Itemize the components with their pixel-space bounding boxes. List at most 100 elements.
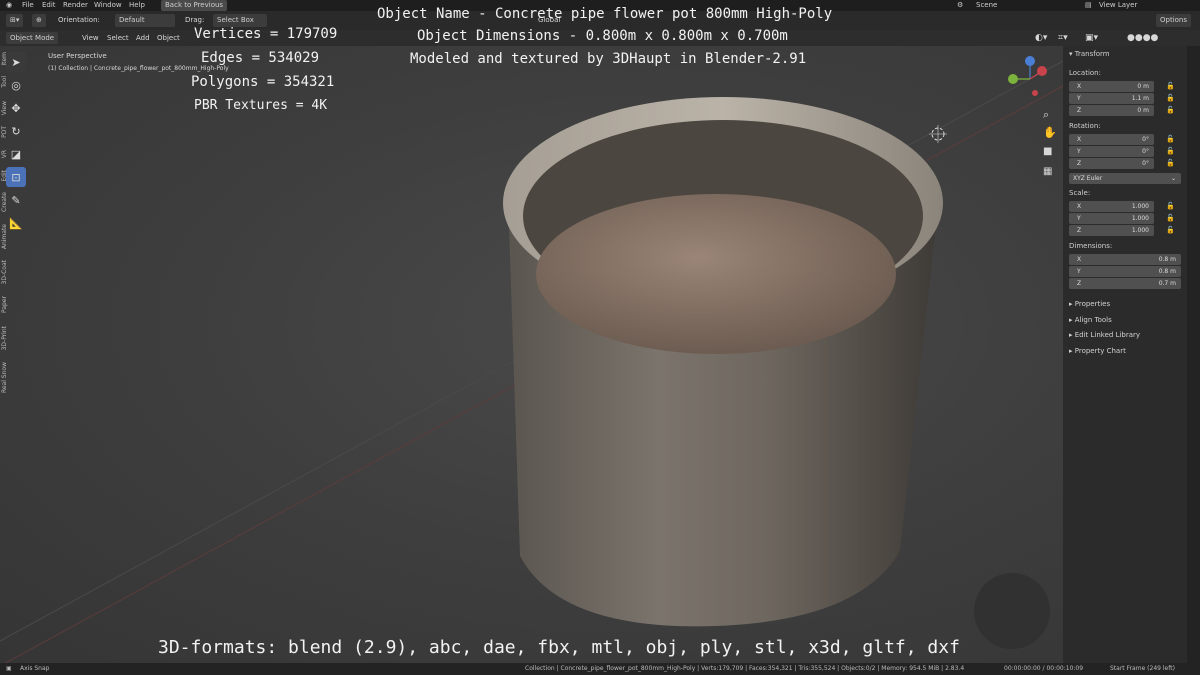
scale-x-field[interactable]: X 1.000 xyxy=(1069,201,1154,212)
scale-label: Scale: xyxy=(1069,189,1091,197)
menu-select[interactable]: Select xyxy=(107,30,129,46)
field-value: 0° xyxy=(1142,136,1149,143)
lock-icon[interactable]: 🔓 xyxy=(1166,159,1175,167)
chevron-down-icon: ⌄ xyxy=(1170,175,1176,182)
camera-view-icon[interactable]: ■ xyxy=(1043,146,1052,157)
tab-paper[interactable]: Paper xyxy=(1,296,12,313)
status-info: Collection | Concrete_pipe_flower_pot_80… xyxy=(525,665,965,672)
tab-edit[interactable]: Edit xyxy=(1,170,12,182)
navigation-gizmo-icon xyxy=(1008,56,1047,96)
axis-snap-icon: ▣ xyxy=(6,665,12,672)
navigation-circle xyxy=(974,573,1050,649)
tab-animate[interactable]: Animate xyxy=(1,224,12,249)
tab-3d-coat[interactable]: 3D-Coat xyxy=(1,260,12,285)
field-value: 0° xyxy=(1142,160,1149,167)
transform-title: Transform xyxy=(1074,50,1110,58)
properties-panel-header[interactable]: ▸ Properties xyxy=(1069,300,1110,308)
menu-help[interactable]: Help xyxy=(129,0,145,11)
axis-snap-label: Axis Snap xyxy=(20,665,50,672)
lock-icon[interactable]: 🔓 xyxy=(1166,135,1175,143)
perspective-toggle-icon[interactable]: ▦ xyxy=(1043,166,1052,177)
field-key: Z xyxy=(1077,160,1082,167)
panel-label: Property Chart xyxy=(1074,347,1126,355)
menu-object[interactable]: Object xyxy=(157,30,180,46)
overlay-toggle-icon[interactable]: ⌗▾ xyxy=(1058,30,1068,46)
scale-y-field[interactable]: Y 1.000 xyxy=(1069,213,1154,224)
panel-label: Edit Linked Library xyxy=(1074,331,1141,339)
lock-icon[interactable]: 🔓 xyxy=(1166,214,1175,222)
field-value: 0.8 m xyxy=(1158,256,1176,263)
tab-real-snow[interactable]: Real Snow xyxy=(1,362,12,393)
property-chart-panel-header[interactable]: ▸ Property Chart xyxy=(1069,347,1126,355)
scene-icon[interactable]: ⚙ xyxy=(957,0,963,11)
menu-window[interactable]: Window xyxy=(94,0,122,11)
view-layer-selector[interactable]: View Layer xyxy=(1099,0,1137,11)
author-text: Modeled and textured by 3DHaupt in Blend… xyxy=(410,51,807,67)
menu-edit[interactable]: Edit xyxy=(42,0,56,11)
menu-view[interactable]: View xyxy=(82,30,99,46)
orientation-label: Orientation: xyxy=(58,16,100,24)
lock-icon[interactable]: 🔓 xyxy=(1166,202,1175,210)
lock-icon[interactable]: 🔓 xyxy=(1166,82,1175,90)
transform-panel-header[interactable]: ▾ Transform xyxy=(1069,50,1110,58)
stat-pbr: PBR Textures = 4K xyxy=(194,98,328,113)
field-key: XYZ Euler xyxy=(1073,175,1103,182)
3d-cursor-icon xyxy=(929,125,947,143)
lock-icon[interactable]: 🔓 xyxy=(1166,94,1175,102)
field-key: X xyxy=(1077,83,1082,90)
orientation-dropdown[interactable]: Default xyxy=(115,14,175,27)
field-key: X xyxy=(1077,136,1082,143)
rotation-x-field[interactable]: X 0° xyxy=(1069,134,1154,145)
status-frame: Start Frame (249 left) xyxy=(1110,665,1175,672)
rotation-z-field[interactable]: Z 0° xyxy=(1069,158,1154,169)
rotation-mode-dropdown[interactable]: XYZ Euler ⌄ xyxy=(1069,173,1181,184)
xray-icon[interactable]: ▣▾ xyxy=(1085,30,1098,46)
3d-viewport[interactable]: User Perspective (1) Collection | Concre… xyxy=(0,46,1063,663)
scene-selector[interactable]: Scene xyxy=(976,0,997,11)
object-name-text: Object Name - Concrete pipe flower pot 8… xyxy=(377,6,833,22)
tab-tool[interactable]: Tool xyxy=(1,76,12,88)
zoom-icon[interactable]: ⌕ xyxy=(1043,108,1049,122)
dimension-y-field[interactable]: Y 0.8 m xyxy=(1069,266,1181,277)
tab-item[interactable]: Item xyxy=(1,52,12,66)
menu-file[interactable]: File xyxy=(22,0,34,11)
tab-pdt[interactable]: PDT xyxy=(1,126,12,138)
field-value: 0.8 m xyxy=(1158,268,1176,275)
rotation-y-field[interactable]: Y 0° xyxy=(1069,146,1154,157)
lock-icon[interactable]: 🔓 xyxy=(1166,226,1175,234)
dimension-x-field[interactable]: X 0.8 m xyxy=(1069,254,1181,265)
editor-type-icon[interactable]: ⊞▾ xyxy=(6,14,24,27)
lock-icon[interactable]: 🔓 xyxy=(1166,106,1175,114)
tab-3d-print[interactable]: 3D-Print xyxy=(1,326,12,350)
field-value: 1.000 xyxy=(1131,215,1149,222)
viewport-gizmo-toggle-icon[interactable]: ◐▾ xyxy=(1035,30,1047,46)
blender-logo-icon[interactable]: ◉ xyxy=(6,0,12,11)
formats-text: 3D-formats: blend (2.9), abc, dae, fbx, … xyxy=(158,637,960,658)
back-to-previous-button[interactable]: Back to Previous xyxy=(161,0,228,11)
scale-z-field[interactable]: Z 1.000 xyxy=(1069,225,1154,236)
dimensions-label: Dimensions: xyxy=(1069,242,1113,250)
menu-render[interactable]: Render xyxy=(63,0,88,11)
view-layer-icon[interactable]: ▤ xyxy=(1085,0,1092,11)
field-value: 0.7 m xyxy=(1158,280,1176,287)
field-value: 1.1 m xyxy=(1131,95,1149,102)
location-z-field[interactable]: Z 0 m xyxy=(1069,105,1154,116)
location-y-field[interactable]: Y 1.1 m xyxy=(1069,93,1154,104)
sidebar-tabs xyxy=(1187,46,1200,663)
lock-icon[interactable]: 🔓 xyxy=(1166,147,1175,155)
edit-linked-library-panel-header[interactable]: ▸ Edit Linked Library xyxy=(1069,331,1140,339)
location-x-field[interactable]: X 0 m xyxy=(1069,81,1154,92)
tab-create[interactable]: Create xyxy=(1,192,12,212)
options-dropdown[interactable]: Options xyxy=(1156,14,1192,27)
object-mode-dropdown[interactable]: Object Mode xyxy=(6,32,59,44)
status-bar: ▣ Axis Snap Collection | Concrete_pipe_f… xyxy=(0,663,1200,675)
pan-hand-icon[interactable]: ✋ xyxy=(1043,126,1057,139)
scene-render xyxy=(0,56,1063,663)
transform-pivot-icon[interactable]: ⊕ xyxy=(32,14,46,27)
tab-view[interactable]: View xyxy=(1,101,12,115)
dimension-z-field[interactable]: Z 0.7 m xyxy=(1069,278,1181,289)
align-tools-panel-header[interactable]: ▸ Align Tools xyxy=(1069,316,1112,324)
menu-add[interactable]: Add xyxy=(136,30,150,46)
tab-vr[interactable]: VR xyxy=(1,150,12,158)
shading-modes-icon[interactable]: ●●●● xyxy=(1127,30,1158,46)
